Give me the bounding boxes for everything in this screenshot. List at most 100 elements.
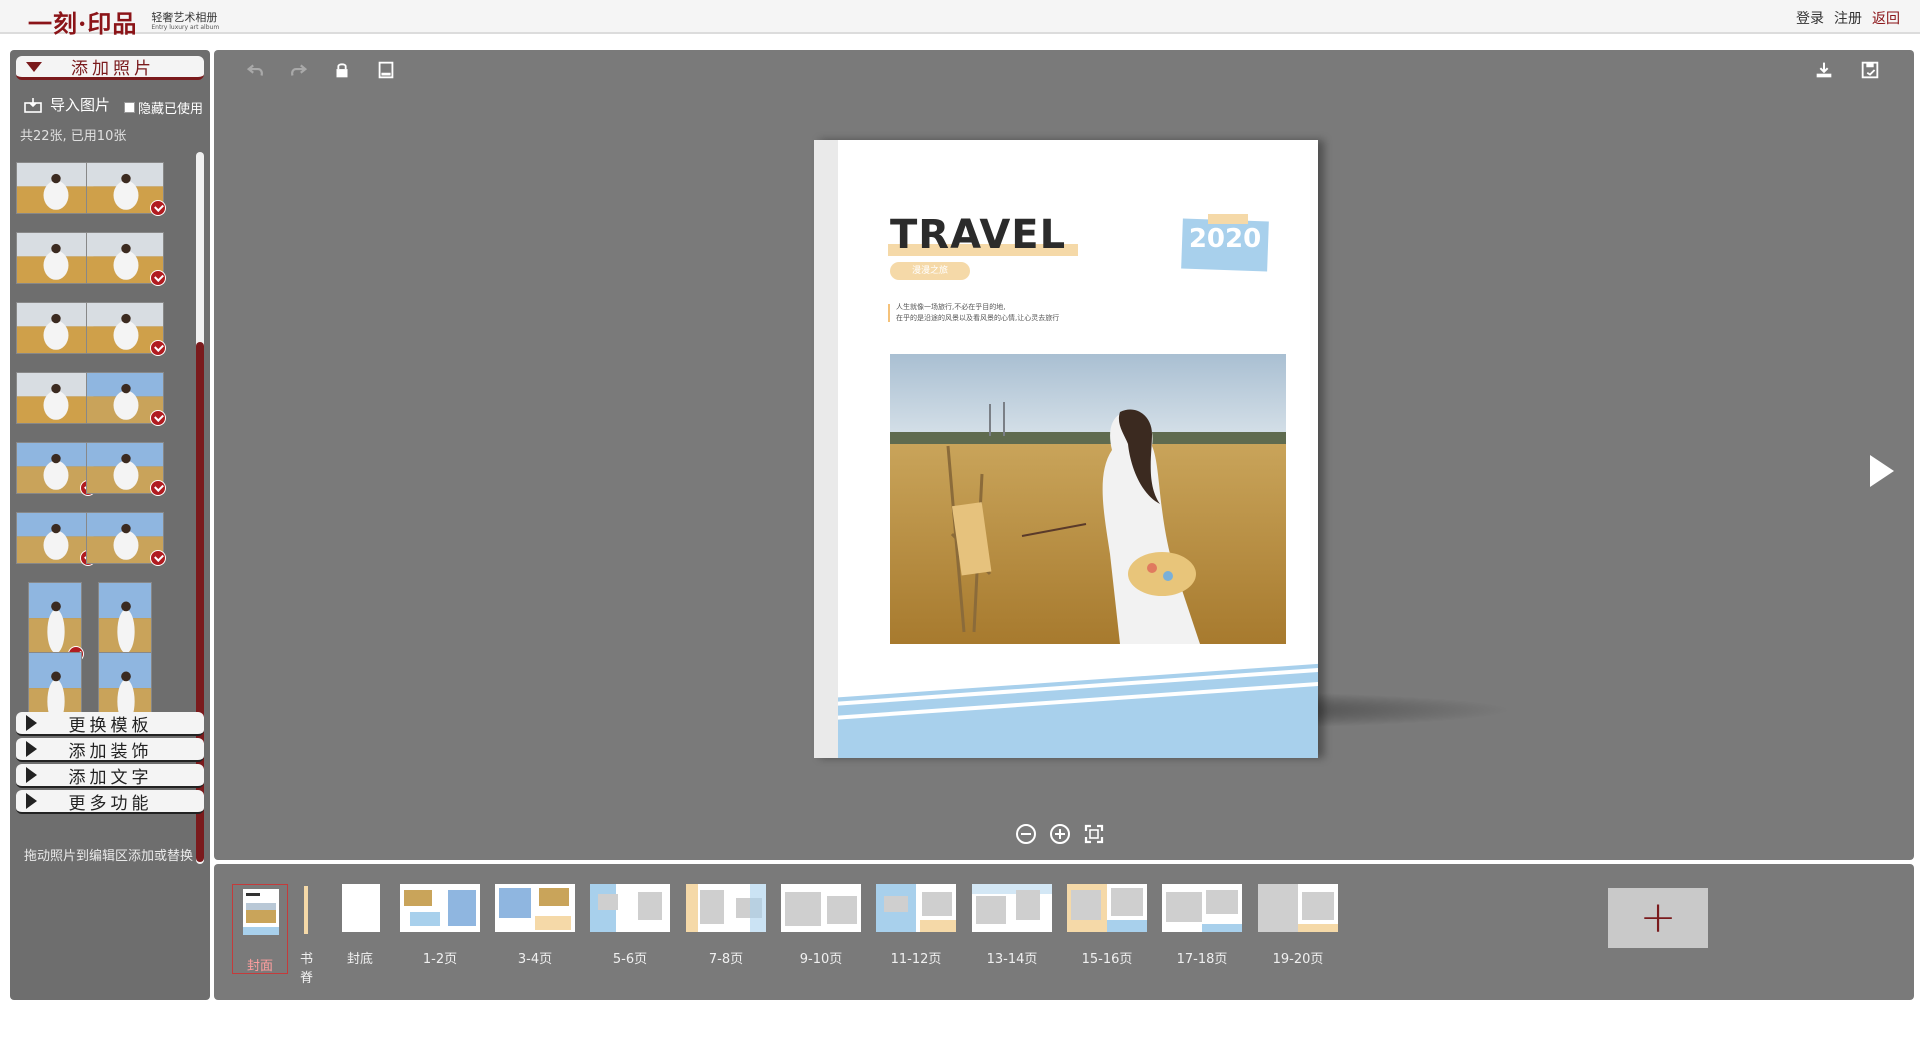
fit-screen-button[interactable]: [1082, 822, 1106, 846]
photo-thumbnail[interactable]: [16, 372, 94, 424]
year-tape: [1208, 214, 1248, 224]
add-page-button[interactable]: +: [1608, 888, 1708, 948]
photo-thumbnail[interactable]: [16, 232, 94, 284]
hide-used-label: 隐藏已使用: [138, 102, 204, 117]
editor-canvas: TRAVEL 漫漫之旅 2020 人生就像一场旅行,不必在乎目的地, 在乎的是沿…: [214, 50, 1914, 860]
cover-blue-band: [838, 656, 1318, 758]
more-features-header[interactable]: 更多功能: [16, 790, 204, 814]
page-thumb-4[interactable]: 1-2页: [400, 884, 480, 968]
undo-icon: [246, 64, 263, 76]
section-label: 更换模板: [68, 715, 153, 736]
page-thumb-12[interactable]: 17-18页: [1162, 884, 1242, 968]
page-label: 3-4页: [517, 952, 553, 967]
change-template-header[interactable]: 更换模板: [16, 712, 204, 736]
page-label: 13-14页: [986, 952, 1038, 967]
page-label: 11-12页: [890, 952, 942, 967]
import-photos-button[interactable]: 导入图片: [24, 94, 110, 115]
photo-image: [17, 373, 93, 423]
login-link[interactable]: 登录: [1796, 8, 1824, 28]
cover-pill[interactable]: 漫漫之旅: [890, 262, 970, 280]
add-text-header[interactable]: 添加文字: [16, 764, 204, 788]
zoom-in-icon: [1050, 824, 1070, 844]
page-thumb-11[interactable]: 15-16页: [1067, 884, 1147, 968]
zoom-out-button[interactable]: [1014, 822, 1038, 846]
chevron-right-icon: [26, 715, 37, 731]
page-thumb-6[interactable]: 5-6页: [590, 884, 670, 968]
zoom-in-button[interactable]: [1048, 822, 1072, 846]
photo-image: [99, 583, 151, 659]
page-preview: [1258, 884, 1338, 932]
page-label: 书脊: [300, 952, 314, 986]
desc-bar: [888, 304, 890, 322]
page-strip: + 封面 书脊 封底 1-2页 3-4页 5-6页 7-8页 9-10页 11-12页 13-14…: [214, 864, 1914, 1000]
add-decoration-header[interactable]: 添加装饰: [16, 738, 204, 762]
top-bar: 一刻·印品 轻奢艺术相册 Entry luxury art album 登录 注…: [0, 0, 1920, 38]
used-check-icon: [150, 480, 166, 496]
page-thumb-8[interactable]: 9-10页: [781, 884, 861, 968]
page-thumb-2[interactable]: 书脊: [300, 884, 313, 986]
page-thumb-10[interactable]: 13-14页: [972, 884, 1052, 968]
undo-button[interactable]: [244, 58, 268, 82]
lock-button[interactable]: [330, 58, 354, 82]
page-preview: [243, 889, 279, 935]
next-page-icon[interactable]: [1870, 455, 1894, 487]
cover-photo[interactable]: [890, 354, 1286, 644]
page-preview: [781, 884, 861, 932]
import-photos-label: 导入图片: [50, 96, 111, 114]
page-label: 封面: [246, 959, 273, 974]
section-label: 更多功能: [68, 793, 153, 814]
add-photos-header[interactable]: 添加照片: [16, 56, 204, 80]
page-preview: [876, 884, 956, 932]
photo-thumbnail[interactable]: [98, 582, 152, 660]
cover-title[interactable]: TRAVEL: [890, 212, 1066, 258]
page-preview: [495, 884, 575, 932]
logo-main-text: 一刻·印品: [28, 9, 138, 38]
page-thumb-3[interactable]: 封底: [340, 884, 380, 968]
register-link[interactable]: 注册: [1834, 8, 1862, 28]
photo-image: [17, 303, 93, 353]
used-check-icon: [150, 410, 166, 426]
page-preview: [304, 886, 308, 934]
logo-sub-cn: 轻奢艺术相册: [151, 11, 218, 24]
page-label: 封底: [346, 952, 373, 967]
page-thumb-7[interactable]: 7-8页: [686, 884, 766, 968]
logo[interactable]: 一刻·印品 轻奢艺术相册 Entry luxury art album: [28, 4, 219, 39]
page-preview: [342, 884, 380, 932]
download-button[interactable]: [1812, 58, 1836, 82]
hide-used-checkbox[interactable]: [124, 102, 135, 113]
page-thumb-5[interactable]: 3-4页: [495, 884, 575, 968]
hide-used-toggle[interactable]: 隐藏已使用: [124, 98, 203, 117]
page-preview: [400, 884, 480, 932]
page-thumb-1[interactable]: 封面: [232, 884, 288, 974]
chevron-right-icon: [26, 793, 37, 809]
book-cover[interactable]: TRAVEL 漫漫之旅 2020 人生就像一场旅行,不必在乎目的地, 在乎的是沿…: [814, 140, 1318, 758]
cover-year[interactable]: 2020: [1182, 224, 1268, 254]
section-label: 添加装饰: [68, 741, 153, 762]
photo-thumbnail[interactable]: [16, 162, 94, 214]
plus-icon: +: [1639, 892, 1677, 943]
book-icon: [378, 61, 394, 79]
photo-thumbnail[interactable]: [16, 302, 94, 354]
save-button[interactable]: [1858, 58, 1882, 82]
page-label: 5-6页: [612, 952, 648, 967]
back-link[interactable]: 返回: [1872, 8, 1900, 28]
redo-button[interactable]: [286, 58, 310, 82]
book-view-button[interactable]: [374, 58, 398, 82]
page-label: 19-20页: [1272, 952, 1324, 967]
add-photos-label: 添加照片: [71, 59, 155, 79]
import-icon: [24, 97, 42, 113]
page-thumb-9[interactable]: 11-12页: [876, 884, 956, 968]
page-label: 15-16页: [1081, 952, 1133, 967]
section-label: 添加文字: [68, 767, 153, 788]
lock-icon: [336, 63, 348, 78]
page-label: 17-18页: [1176, 952, 1228, 967]
cover-description[interactable]: 人生就像一场旅行,不必在乎目的地, 在乎的是沿途的风景以及看风景的心情,让心灵去…: [896, 302, 1059, 324]
used-check-icon: [150, 200, 166, 216]
desc-line-1: 人生就像一场旅行,不必在乎目的地,: [896, 303, 1006, 311]
used-check-icon: [150, 550, 166, 566]
cover-page[interactable]: TRAVEL 漫漫之旅 2020 人生就像一场旅行,不必在乎目的地, 在乎的是沿…: [814, 140, 1318, 758]
page-preview: [590, 884, 670, 932]
download-icon: [1816, 62, 1832, 78]
page-thumb-13[interactable]: 19-20页: [1258, 884, 1338, 968]
page-label: 1-2页: [422, 952, 458, 967]
